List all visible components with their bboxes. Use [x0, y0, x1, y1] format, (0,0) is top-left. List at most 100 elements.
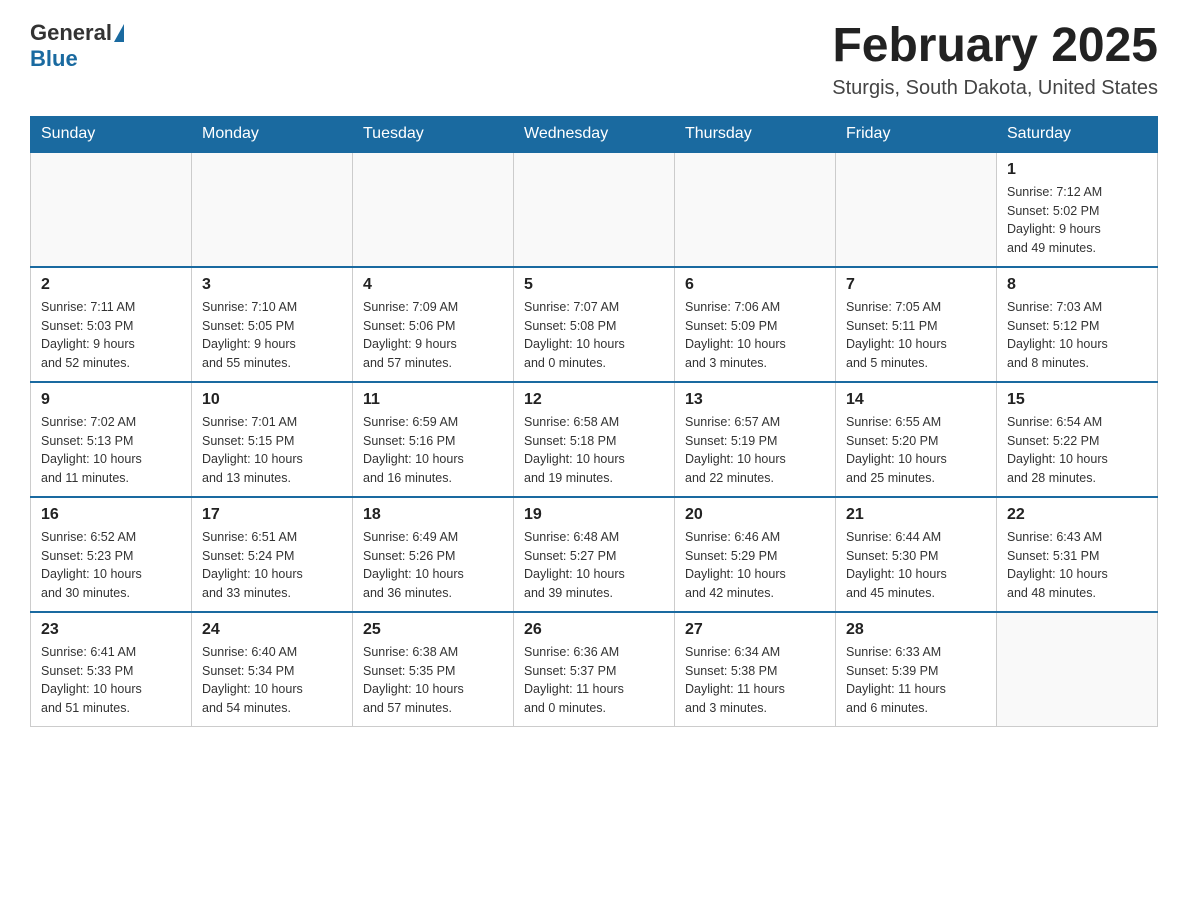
calendar-cell: 17 Sunrise: 6:51 AMSunset: 5:24 PMDayligh… — [192, 497, 353, 612]
day-header-thursday: Thursday — [675, 116, 836, 152]
calendar-cell — [997, 612, 1158, 727]
day-info: Sunrise: 6:54 AMSunset: 5:22 PMDaylight:… — [1007, 413, 1147, 488]
day-number: 10 — [202, 391, 342, 409]
day-header-sunday: Sunday — [31, 116, 192, 152]
calendar-cell — [353, 152, 514, 267]
week-row-4: 16 Sunrise: 6:52 AMSunset: 5:23 PMDayligh… — [31, 497, 1158, 612]
day-info: Sunrise: 7:06 AMSunset: 5:09 PMDaylight:… — [685, 298, 825, 373]
calendar-cell: 7Sunrise: 7:05 AMSunset: 5:11 PMDaylight… — [836, 267, 997, 382]
day-header-tuesday: Tuesday — [353, 116, 514, 152]
day-number: 27 — [685, 621, 825, 639]
calendar-cell: 21 Sunrise: 6:44 AMSunset: 5:30 PMDayligh… — [836, 497, 997, 612]
day-number: 21 — [846, 506, 986, 524]
day-info: Sunrise: 6:43 AMSunset: 5:31 PMDaylight:… — [1007, 528, 1147, 603]
day-number: 3 — [202, 276, 342, 294]
day-number: 4 — [363, 276, 503, 294]
day-info: Sunrise: 6:58 AMSunset: 5:18 PMDaylight:… — [524, 413, 664, 488]
day-number: 11 — [363, 391, 503, 409]
day-number: 12 — [524, 391, 664, 409]
calendar-cell: 28Sunrise: 6:33 AMSunset: 5:39 PMDayligh… — [836, 612, 997, 727]
calendar-cell — [836, 152, 997, 267]
day-number: 9 — [41, 391, 181, 409]
title-area: February 2025 Sturgis, South Dakota, Uni… — [832, 20, 1158, 100]
day-number: 20 — [685, 506, 825, 524]
day-number: 1 — [1007, 161, 1147, 179]
day-info: Sunrise: 7:02 AMSunset: 5:13 PMDaylight:… — [41, 413, 181, 488]
calendar-cell — [675, 152, 836, 267]
day-number: 25 — [363, 621, 503, 639]
day-info: Sunrise: 6:52 AMSunset: 5:23 PMDaylight:… — [41, 528, 181, 603]
calendar-cell: 9 Sunrise: 7:02 AMSunset: 5:13 PMDaylight… — [31, 382, 192, 497]
day-number: 16 — [41, 506, 181, 524]
calendar-cell: 26Sunrise: 6:36 AMSunset: 5:37 PMDayligh… — [514, 612, 675, 727]
day-info: Sunrise: 6:34 AMSunset: 5:38 PMDaylight:… — [685, 643, 825, 718]
day-info: Sunrise: 6:48 AMSunset: 5:27 PMDaylight:… — [524, 528, 664, 603]
day-number: 24 — [202, 621, 342, 639]
day-number: 8 — [1007, 276, 1147, 294]
week-row-2: 2 Sunrise: 7:11 AMSunset: 5:03 PMDaylight… — [31, 267, 1158, 382]
calendar-cell: 5Sunrise: 7:07 AMSunset: 5:08 PMDaylight… — [514, 267, 675, 382]
logo-general-text: General — [30, 20, 112, 46]
calendar-header-row: SundayMondayTuesdayWednesdayThursdayFrid… — [31, 116, 1158, 152]
week-row-5: 23 Sunrise: 6:41 AMSunset: 5:33 PMDayligh… — [31, 612, 1158, 727]
day-info: Sunrise: 6:59 AMSunset: 5:16 PMDaylight:… — [363, 413, 503, 488]
day-number: 28 — [846, 621, 986, 639]
day-header-friday: Friday — [836, 116, 997, 152]
calendar-cell: 13 Sunrise: 6:57 AMSunset: 5:19 PMDayligh… — [675, 382, 836, 497]
calendar-cell: 3 Sunrise: 7:10 AMSunset: 5:05 PMDaylight… — [192, 267, 353, 382]
calendar-table: SundayMondayTuesdayWednesdayThursdayFrid… — [30, 116, 1158, 727]
day-number: 2 — [41, 276, 181, 294]
calendar-cell: 27 Sunrise: 6:34 AMSunset: 5:38 PMDayligh… — [675, 612, 836, 727]
week-row-1: 1 Sunrise: 7:12 AMSunset: 5:02 PMDaylight… — [31, 152, 1158, 267]
logo: General Blue — [30, 20, 126, 72]
calendar-cell: 18Sunrise: 6:49 AMSunset: 5:26 PMDayligh… — [353, 497, 514, 612]
calendar-cell: 10 Sunrise: 7:01 AMSunset: 5:15 PMDayligh… — [192, 382, 353, 497]
day-info: Sunrise: 6:44 AMSunset: 5:30 PMDaylight:… — [846, 528, 986, 603]
day-number: 19 — [524, 506, 664, 524]
week-row-3: 9 Sunrise: 7:02 AMSunset: 5:13 PMDaylight… — [31, 382, 1158, 497]
page-header: General Blue February 2025 Sturgis, Sout… — [30, 20, 1158, 100]
calendar-cell: 4 Sunrise: 7:09 AMSunset: 5:06 PMDaylight… — [353, 267, 514, 382]
day-number: 26 — [524, 621, 664, 639]
calendar-cell: 22 Sunrise: 6:43 AMSunset: 5:31 PMDayligh… — [997, 497, 1158, 612]
calendar-cell: 1 Sunrise: 7:12 AMSunset: 5:02 PMDaylight… — [997, 152, 1158, 267]
calendar-cell — [514, 152, 675, 267]
calendar-cell: 24 Sunrise: 6:40 AMSunset: 5:34 PMDayligh… — [192, 612, 353, 727]
day-number: 6 — [685, 276, 825, 294]
month-title: February 2025 — [832, 20, 1158, 73]
day-header-saturday: Saturday — [997, 116, 1158, 152]
calendar-cell: 25Sunrise: 6:38 AMSunset: 5:35 PMDayligh… — [353, 612, 514, 727]
day-number: 14 — [846, 391, 986, 409]
day-number: 15 — [1007, 391, 1147, 409]
day-info: Sunrise: 6:51 AMSunset: 5:24 PMDaylight:… — [202, 528, 342, 603]
day-number: 13 — [685, 391, 825, 409]
day-info: Sunrise: 6:55 AMSunset: 5:20 PMDaylight:… — [846, 413, 986, 488]
calendar-cell: 11 Sunrise: 6:59 AMSunset: 5:16 PMDayligh… — [353, 382, 514, 497]
calendar-cell: 19 Sunrise: 6:48 AMSunset: 5:27 PMDayligh… — [514, 497, 675, 612]
location-subtitle: Sturgis, South Dakota, United States — [832, 77, 1158, 100]
day-info: Sunrise: 7:07 AMSunset: 5:08 PMDaylight:… — [524, 298, 664, 373]
calendar-cell: 15 Sunrise: 6:54 AMSunset: 5:22 PMDayligh… — [997, 382, 1158, 497]
calendar-cell: 12 Sunrise: 6:58 AMSunset: 5:18 PMDayligh… — [514, 382, 675, 497]
day-number: 22 — [1007, 506, 1147, 524]
calendar-cell: 2 Sunrise: 7:11 AMSunset: 5:03 PMDaylight… — [31, 267, 192, 382]
day-header-wednesday: Wednesday — [514, 116, 675, 152]
day-info: Sunrise: 6:49 AMSunset: 5:26 PMDaylight:… — [363, 528, 503, 603]
day-info: Sunrise: 6:40 AMSunset: 5:34 PMDaylight:… — [202, 643, 342, 718]
day-number: 17 — [202, 506, 342, 524]
day-info: Sunrise: 7:01 AMSunset: 5:15 PMDaylight:… — [202, 413, 342, 488]
day-info: Sunrise: 7:03 AMSunset: 5:12 PMDaylight:… — [1007, 298, 1147, 373]
logo-triangle-icon — [114, 24, 124, 42]
day-info: Sunrise: 6:41 AMSunset: 5:33 PMDaylight:… — [41, 643, 181, 718]
calendar-cell: 23 Sunrise: 6:41 AMSunset: 5:33 PMDayligh… — [31, 612, 192, 727]
day-info: Sunrise: 7:12 AMSunset: 5:02 PMDaylight:… — [1007, 183, 1147, 258]
day-number: 7 — [846, 276, 986, 294]
calendar-cell: 8 Sunrise: 7:03 AMSunset: 5:12 PMDaylight… — [997, 267, 1158, 382]
day-info: Sunrise: 6:57 AMSunset: 5:19 PMDaylight:… — [685, 413, 825, 488]
calendar-cell: 20Sunrise: 6:46 AMSunset: 5:29 PMDayligh… — [675, 497, 836, 612]
day-info: Sunrise: 7:10 AMSunset: 5:05 PMDaylight:… — [202, 298, 342, 373]
day-info: Sunrise: 7:11 AMSunset: 5:03 PMDaylight:… — [41, 298, 181, 373]
day-number: 23 — [41, 621, 181, 639]
day-info: Sunrise: 7:09 AMSunset: 5:06 PMDaylight:… — [363, 298, 503, 373]
calendar-cell — [192, 152, 353, 267]
